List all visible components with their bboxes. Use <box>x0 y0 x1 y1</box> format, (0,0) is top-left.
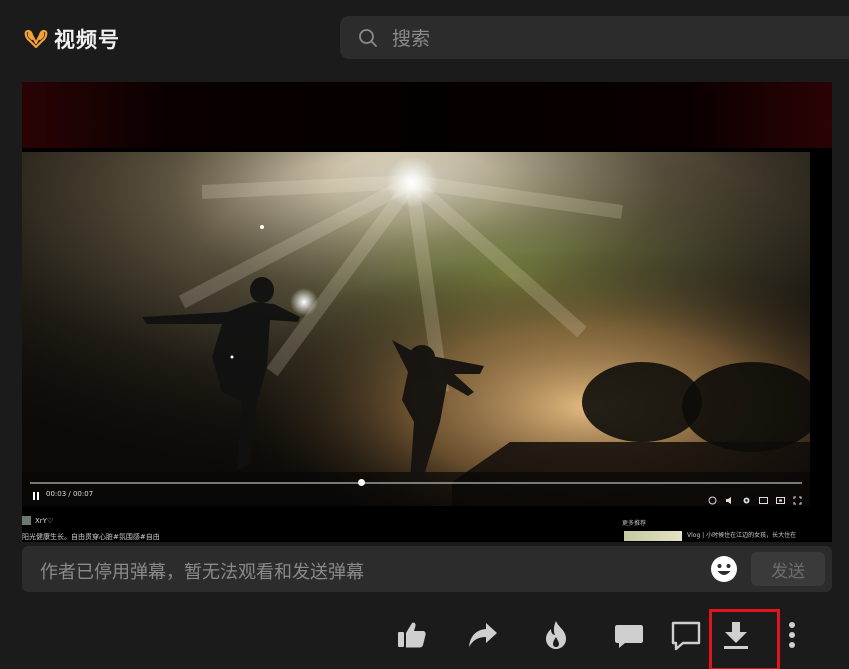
danmaku-toggle-icon[interactable] <box>708 490 717 505</box>
recommendation-thumbnail[interactable] <box>624 531 682 541</box>
like-icon[interactable] <box>396 619 428 651</box>
pause-icon[interactable] <box>32 492 40 500</box>
web-fullscreen-icon[interactable] <box>776 490 785 504</box>
volume-icon[interactable] <box>725 490 734 504</box>
time-display: 00:03 / 00:07 <box>46 490 94 498</box>
video-top-banner <box>22 82 832 148</box>
comment-icon[interactable] <box>613 619 645 651</box>
more-recommendations-title: 更多推荐 <box>622 520 647 527</box>
more-icon[interactable] <box>776 619 808 651</box>
app-name: 视频号 <box>54 28 120 52</box>
settings-icon[interactable] <box>742 490 751 504</box>
video-description: 阳光健康生长。自由贯穿心脏#氛围感#自由 <box>22 533 160 541</box>
app-logo[interactable]: 视频号 <box>24 24 120 54</box>
send-button[interactable]: 发送 <box>751 552 825 586</box>
avatar[interactable] <box>22 516 31 525</box>
share-icon[interactable] <box>467 619 499 651</box>
search-input[interactable]: 搜索 <box>392 24 430 51</box>
search-bar[interactable]: 搜索 <box>340 16 849 59</box>
search-icon <box>359 28 377 47</box>
channels-logo-icon <box>24 29 48 49</box>
picture-in-picture-icon[interactable] <box>759 490 768 504</box>
danmaku-bar: 作者已停用弹幕，暂无法观看和发送弹幕 发送 <box>22 546 832 592</box>
progress-bar[interactable] <box>30 482 802 484</box>
emoji-icon[interactable] <box>710 555 738 583</box>
recommendation-title[interactable]: Vlog | 小时候住在江边的女孩，长大住在 <box>687 530 796 539</box>
author-row[interactable]: XrY♡ <box>22 516 53 525</box>
player-control-icons <box>708 490 802 505</box>
message-icon[interactable] <box>670 619 702 651</box>
progress-knob[interactable] <box>358 479 366 486</box>
fullscreen-icon[interactable] <box>793 490 802 505</box>
video-viewport[interactable] <box>22 152 810 506</box>
video-player-frame: 00:03 / 00:07 XrY♡ 阳光健康生长。自由贯穿心脏#氛围感#自由 … <box>22 82 832 542</box>
author-name[interactable]: XrY♡ <box>35 517 53 525</box>
video-frame-image <box>22 152 810 506</box>
action-bar <box>0 605 849 669</box>
video-info-strip: XrY♡ 阳光健康生长。自由贯穿心脏#氛围感#自由 更多推荐 Vlog | 小时… <box>22 510 832 542</box>
top-header: 视频号 搜索 <box>0 0 849 78</box>
danmaku-disabled-notice: 作者已停用弹幕，暂无法观看和发送弹幕 <box>40 562 364 583</box>
video-controls: 00:03 / 00:07 <box>22 476 810 506</box>
hot-icon[interactable] <box>540 619 572 651</box>
download-highlight-box <box>709 609 780 669</box>
